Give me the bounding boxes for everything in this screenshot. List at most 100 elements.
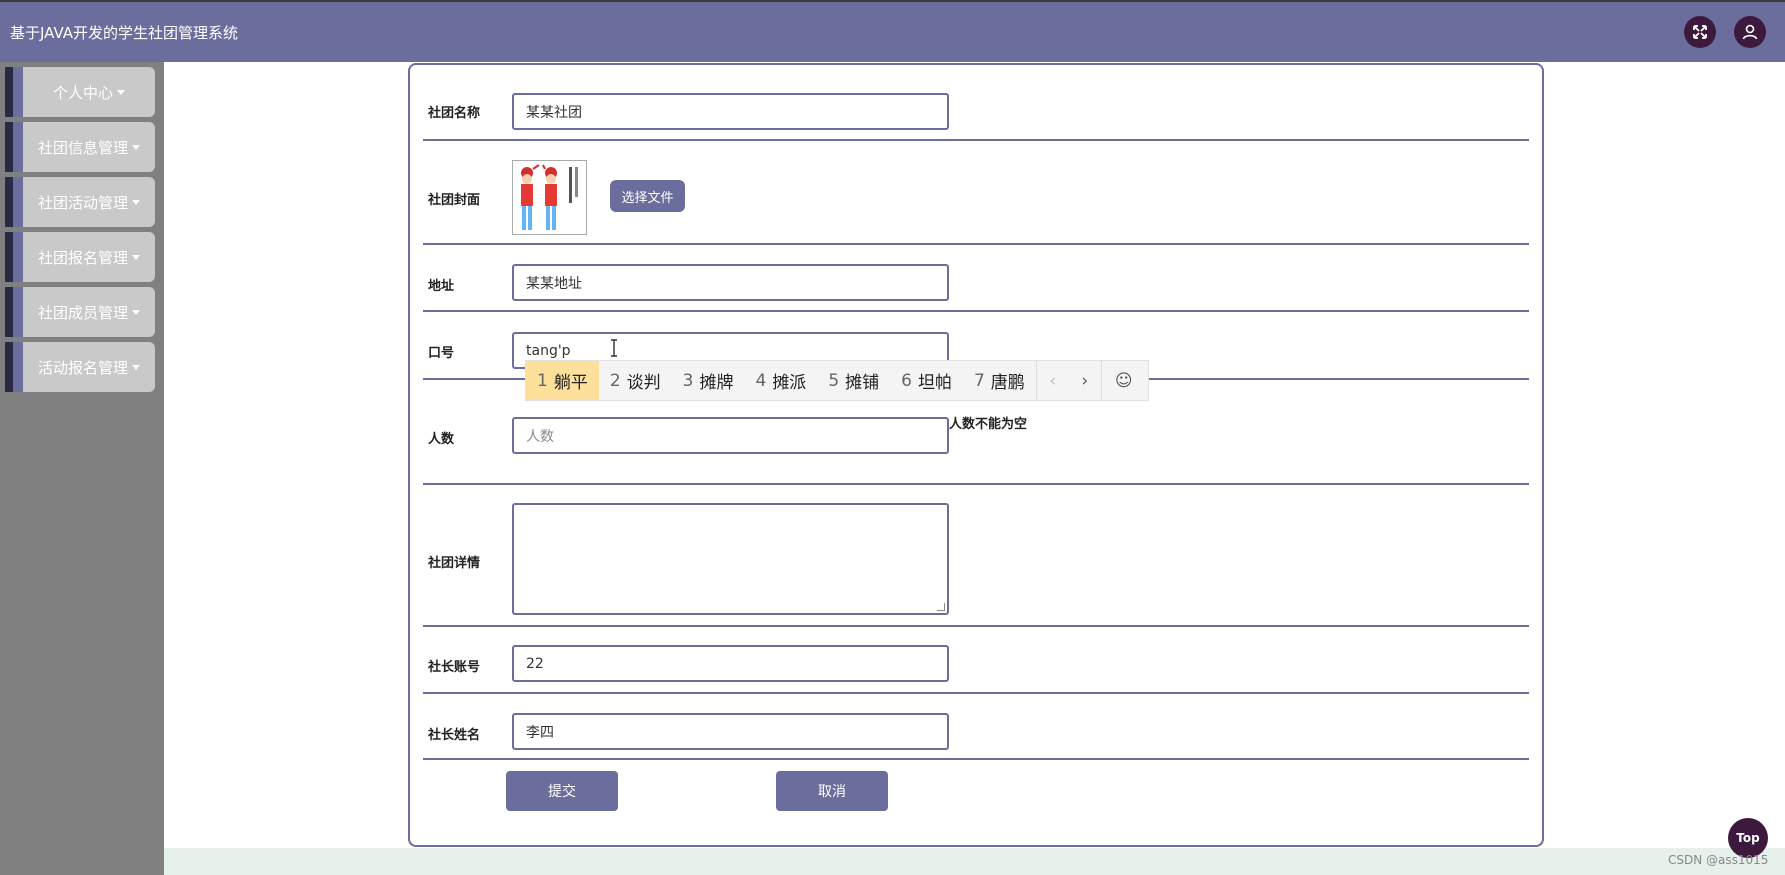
leader-account-input[interactable]: 22 (512, 645, 949, 682)
ime-candidate-text: 坦帕 (917, 373, 952, 393)
menu-label-wrap: 社团信息管理 (23, 122, 155, 172)
row-divider (423, 139, 1529, 141)
caret-down-icon (132, 199, 140, 205)
menu-label-wrap: 社团活动管理 (23, 177, 155, 227)
ime-candidate-text: 唐鹏 (990, 373, 1025, 393)
leader-name-label: 社长姓名 (428, 728, 481, 743)
sidebar-item-label: 社团成员管理 (37, 303, 128, 322)
menu-accent-light (13, 232, 23, 282)
sidebar-item-label: 社团信息管理 (37, 138, 128, 157)
ime-next-page-icon[interactable]: › (1069, 361, 1101, 400)
ime-candidate-number: 4 (755, 370, 767, 391)
address-input[interactable]: 某某地址 (512, 264, 949, 301)
row-divider (423, 243, 1529, 245)
menu-accent-light (13, 122, 23, 172)
club-cover-image (512, 160, 587, 235)
row-divider (423, 625, 1529, 627)
leader-account-label: 社长账号 (428, 660, 481, 675)
ime-candidate[interactable]: 7 唐鹏 (963, 361, 1036, 400)
menu-accent-dark (5, 287, 13, 337)
sidebar-item-label: 社团报名管理 (37, 248, 128, 267)
ime-candidate-number: 5 (828, 370, 840, 391)
footer-strip (164, 848, 1785, 875)
resize-handle-icon[interactable] (937, 603, 945, 611)
menu-accent-dark (5, 67, 13, 117)
sidebar-item-label: 活动报名管理 (37, 358, 128, 377)
expand-arrows-icon (1693, 25, 1707, 39)
leader-name-input[interactable]: 李四 (512, 713, 949, 750)
menu-accent-dark (5, 342, 13, 392)
menu-label-wrap: 个人中心 (23, 67, 155, 117)
ime-candidate-text: 摊牌 (699, 373, 734, 393)
caret-down-icon (132, 144, 140, 150)
cover-illustration-icon (513, 161, 586, 234)
address-label: 地址 (428, 279, 455, 294)
ime-candidate[interactable]: 5 摊铺 (817, 361, 890, 400)
details-textarea[interactable] (512, 503, 949, 615)
ime-candidate[interactable]: 2 谈判 (599, 361, 672, 400)
row-divider (423, 310, 1529, 312)
sidebar-item-activity-registration[interactable]: 活动报名管理 (5, 342, 155, 392)
ime-candidate[interactable]: 3 摊牌 (672, 361, 745, 400)
sidebar-item-personal-center[interactable]: 个人中心 (5, 67, 155, 117)
sidebar-item-label: 社团活动管理 (37, 193, 128, 212)
menu-accent-dark (5, 177, 13, 227)
club-name-input[interactable]: 某某社团 (512, 93, 949, 130)
sidebar-item-club-members[interactable]: 社团成员管理 (5, 287, 155, 337)
ime-candidate-number: 2 (609, 370, 621, 391)
watermark: CSDN @ass1015 (1668, 853, 1769, 867)
caret-down-icon (132, 309, 140, 315)
ime-candidate[interactable]: 4 摊派 (744, 361, 817, 400)
ime-candidate-bar: 1 躺平 2 谈判 3 摊牌 4 摊派 5 摊铺 6 坦帕 7 唐鹏 ‹ › ☺ (525, 360, 1149, 401)
ime-candidate[interactable]: 1 躺平 (526, 361, 599, 400)
sidebar-item-club-activities[interactable]: 社团活动管理 (5, 177, 155, 227)
user-icon (1742, 24, 1758, 40)
ime-candidate-text: 摊铺 (845, 373, 880, 393)
menu-accent-light (13, 342, 23, 392)
club-name-label: 社团名称 (428, 106, 481, 121)
menu-label-wrap: 活动报名管理 (23, 342, 155, 392)
fullscreen-icon[interactable] (1684, 16, 1716, 48)
members-input[interactable]: 人数 (512, 417, 949, 454)
ime-emoji-icon[interactable]: ☺ (1102, 361, 1146, 400)
row-divider (423, 758, 1529, 760)
back-to-top-button[interactable]: Top (1728, 818, 1768, 858)
menu-label-wrap: 社团报名管理 (23, 232, 155, 282)
club-cover-label: 社团封面 (428, 193, 481, 208)
app-title: 基于JAVA开发的学生社团管理系统 (10, 24, 239, 42)
ime-candidate-number: 7 (973, 370, 985, 391)
caret-down-icon (132, 254, 140, 260)
choose-file-button[interactable]: 选择文件 (610, 180, 685, 212)
members-error-message: 人数不能为空 (949, 417, 1028, 432)
ime-prev-page-icon[interactable]: ‹ (1037, 361, 1069, 400)
menu-accent-light (13, 177, 23, 227)
ime-candidate-text: 摊派 (772, 373, 807, 393)
ime-candidate-number: 6 (901, 370, 912, 391)
sidebar-item-club-info[interactable]: 社团信息管理 (5, 122, 155, 172)
ime-candidate-text: 躺平 (553, 373, 588, 393)
slogan-label: 口号 (428, 346, 455, 361)
ime-candidate-text: 谈判 (626, 373, 661, 393)
members-label: 人数 (428, 432, 455, 447)
ime-candidate[interactable]: 6 坦帕 (890, 361, 963, 400)
row-divider (423, 692, 1529, 694)
text-cursor-icon (610, 339, 617, 357)
sidebar: 个人中心 社团信息管理 社团活动管理 社团报名管理 社团成员管理 活动报名管理 (0, 62, 164, 875)
sidebar-item-label: 个人中心 (52, 83, 113, 102)
menu-label-wrap: 社团成员管理 (23, 287, 155, 337)
cancel-button[interactable]: 取消 (776, 771, 888, 811)
ime-candidate-number: 3 (682, 370, 694, 391)
caret-down-icon (117, 89, 125, 95)
row-divider (423, 483, 1529, 485)
user-avatar-button[interactable] (1734, 16, 1766, 48)
menu-accent-light (13, 67, 23, 117)
menu-accent-dark (5, 122, 13, 172)
submit-button[interactable]: 提交 (506, 771, 618, 811)
sidebar-item-club-registration[interactable]: 社团报名管理 (5, 232, 155, 282)
caret-down-icon (132, 364, 140, 370)
menu-accent-dark (5, 232, 13, 282)
menu-accent-light (13, 287, 23, 337)
ime-candidate-number: 1 (537, 370, 548, 391)
details-label: 社团详情 (428, 556, 481, 571)
top-header: 基于JAVA开发的学生社团管理系统 (0, 0, 1785, 62)
